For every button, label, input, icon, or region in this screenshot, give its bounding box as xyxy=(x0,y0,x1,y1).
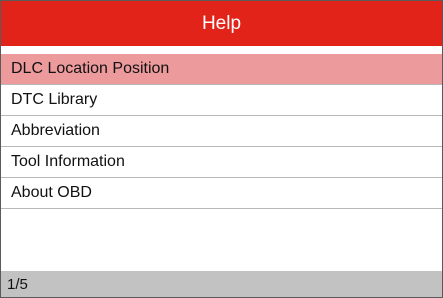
help-screen: Help DLC Location Position DTC Library A… xyxy=(0,0,443,298)
menu-item-abbreviation[interactable]: Abbreviation xyxy=(1,116,442,147)
status-bar: 1/5 xyxy=(1,271,442,297)
page-title: Help xyxy=(201,12,242,34)
page-indicator: 1/5 xyxy=(7,275,28,293)
title-separator xyxy=(1,46,442,54)
menu-item-about-obd[interactable]: About OBD xyxy=(1,178,442,209)
title-bar: Help xyxy=(1,1,442,46)
menu-item-tool-information[interactable]: Tool Information xyxy=(1,147,442,178)
help-menu: DLC Location Position DTC Library Abbrev… xyxy=(1,54,442,209)
menu-item-dlc-location-position[interactable]: DLC Location Position xyxy=(1,54,442,85)
menu-item-dtc-library[interactable]: DTC Library xyxy=(1,85,442,116)
